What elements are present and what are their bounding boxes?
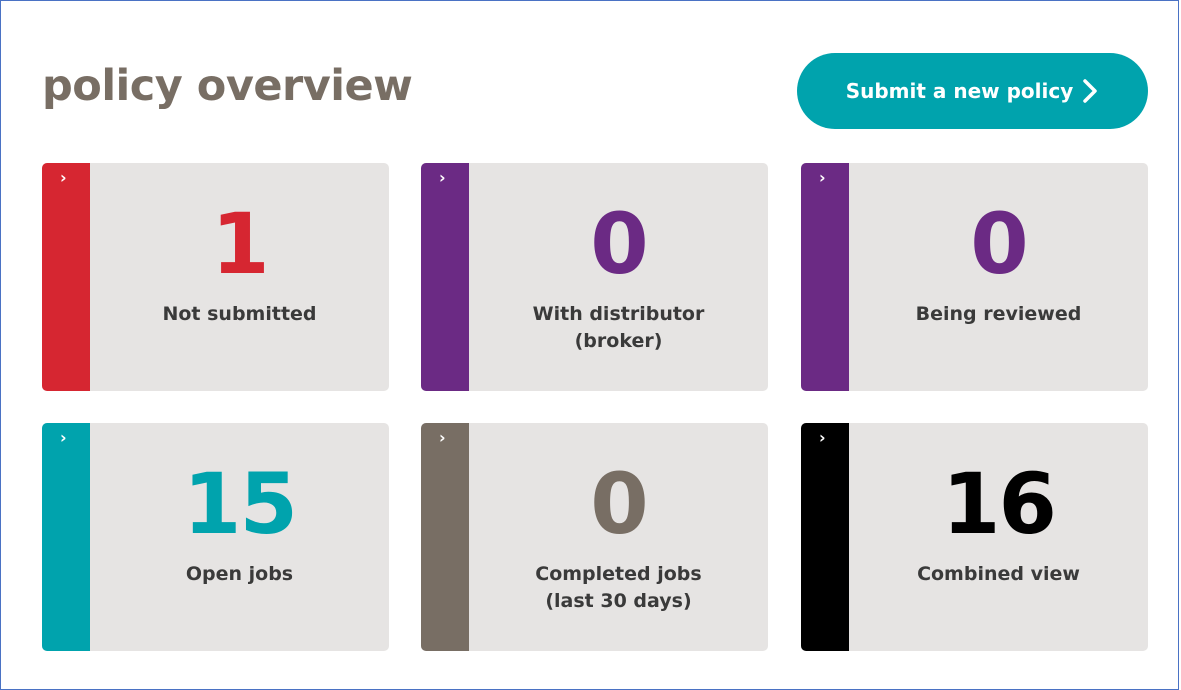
chevron-right-icon: › [819,428,826,447]
status-count: 15 [183,455,298,553]
status-color-strip: › [801,423,849,651]
chevron-right-icon: › [60,168,67,187]
status-count: 0 [970,195,1028,293]
status-card-completed-jobs[interactable]: › 0 Completed jobs (last 30 days) [421,423,768,651]
status-color-strip: › [801,163,849,391]
status-label: Combined view [917,563,1080,585]
status-label: Completed jobs (last 30 days) [535,563,702,612]
status-label: Not submitted [162,303,317,325]
status-count: 16 [942,455,1057,553]
status-card-combined-view[interactable]: › 16 Combined view [801,423,1148,651]
status-count: 1 [211,195,269,293]
status-card-open-jobs[interactable]: › 15 Open jobs [42,423,389,651]
chevron-right-icon [1083,79,1098,103]
page-title: policy overview [42,61,413,111]
status-label: Being reviewed [915,303,1082,325]
chevron-right-icon: › [439,428,446,447]
submit-button-label: Submit a new policy [845,79,1074,103]
status-color-strip: › [421,423,469,651]
chevron-right-icon: › [819,168,826,187]
status-label: Open jobs [185,563,294,585]
status-label: With distributor (broker) [532,303,705,352]
status-count: 0 [590,195,648,293]
chevron-right-icon: › [439,168,446,187]
status-card-with-distributor[interactable]: › 0 With distributor (broker) [421,163,768,391]
chevron-right-icon: › [60,428,67,447]
status-color-strip: › [42,423,90,651]
submit-new-policy-button[interactable]: Submit a new policy [797,53,1148,129]
status-color-strip: › [42,163,90,391]
status-card-not-submitted[interactable]: › 1 Not submitted [42,163,389,391]
status-count: 0 [590,455,648,553]
status-card-being-reviewed[interactable]: › 0 Being reviewed [801,163,1148,391]
status-color-strip: › [421,163,469,391]
